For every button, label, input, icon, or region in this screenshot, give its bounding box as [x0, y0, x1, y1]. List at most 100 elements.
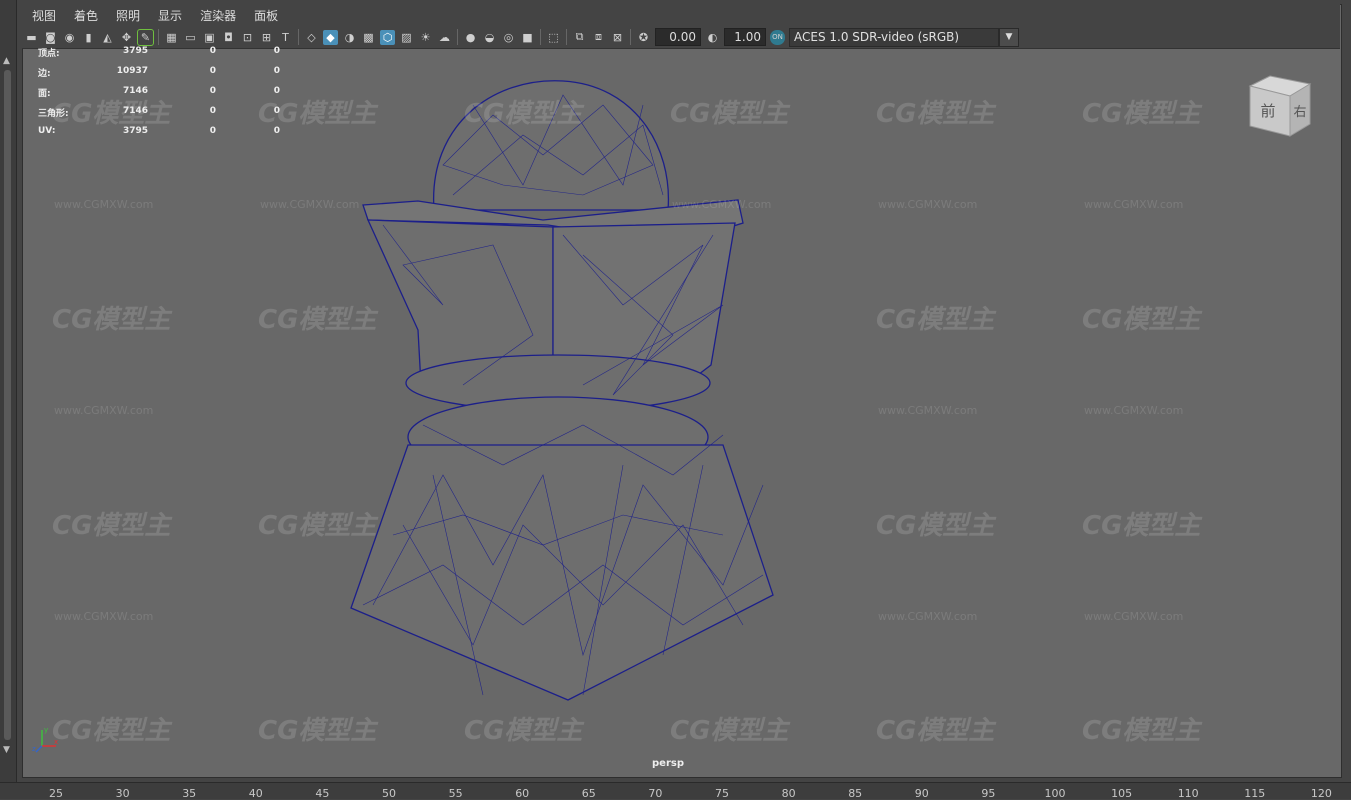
toolbar-divider [298, 29, 299, 45]
frame-all-icon[interactable]: ⊠ [610, 30, 625, 45]
hud-value: 7146 [122, 106, 148, 116]
gamma-field[interactable]: 1.00 [724, 28, 766, 46]
ruler-tick-label: 90 [914, 787, 929, 800]
field-chart-icon[interactable]: ⊡ [240, 30, 255, 45]
axis-gizmo-icon: y x z [32, 726, 58, 753]
ruler-tick-label: 30 [115, 787, 130, 800]
hud-value: 7146 [122, 86, 148, 96]
xray-icon[interactable]: ▨ [399, 30, 414, 45]
toolbar-divider [540, 29, 541, 45]
multisample-aa-icon[interactable]: ◎ [501, 30, 516, 45]
image-plane-icon[interactable]: ◭ [100, 30, 115, 45]
hud-label: 边: [38, 69, 51, 79]
select-camera-icon[interactable]: ▬ [24, 30, 39, 45]
ruler-tick-label: 65 [581, 787, 596, 800]
hud-value: 3795 [122, 46, 148, 56]
menu-shading[interactable]: 着色 [66, 7, 106, 24]
menu-renderer[interactable]: 渲染器 [192, 7, 244, 24]
smooth-shade-icon[interactable]: ◆ [323, 29, 338, 45]
isolate-select-icon[interactable]: ⬚ [546, 30, 561, 45]
xray-joints-icon[interactable]: ⧉ [572, 30, 587, 45]
ruler-tick-label: 85 [848, 787, 863, 800]
safe-action-icon[interactable]: ⊞ [259, 30, 274, 45]
ruler-tick-label: 105 [1111, 787, 1133, 800]
ruler-tick-label: 45 [315, 787, 330, 800]
grease-pencil-icon[interactable]: ✎ [137, 28, 154, 46]
ruler-ticks: 25 30 35 40 45 50 55 60 65 70 75 80 85 90 95 100 105 110 1… [0, 783, 1351, 800]
hud-value: 0 [209, 86, 216, 96]
gate-mask-icon[interactable]: ◘ [221, 30, 236, 45]
two-d-pan-zoom-icon[interactable]: ✥ [119, 30, 134, 45]
menu-show[interactable]: 显示 [150, 7, 190, 24]
scroll-down-arrow-icon[interactable]: ▼ [3, 745, 10, 755]
default-material-icon[interactable]: ◑ [342, 30, 357, 45]
hud-value: 0 [273, 46, 280, 56]
menu-lighting[interactable]: 照明 [108, 7, 148, 24]
hud-value: 10937 [116, 66, 148, 76]
bookmark-icon[interactable]: ▮ [81, 30, 96, 45]
hud-value: 0 [273, 126, 280, 136]
time-slider-ruler[interactable]: 25 30 35 40 45 50 55 60 65 70 75 80 85 90 95 100 105 110 1… [0, 782, 1351, 800]
toolbar-divider [457, 29, 458, 45]
resolution-gate-icon[interactable]: ▣ [202, 30, 217, 45]
hud-value: 0 [273, 106, 280, 116]
view-cube-front-label: 前 [1260, 102, 1275, 120]
menu-view[interactable]: 视图 [24, 7, 64, 24]
hud-value: 0 [273, 66, 280, 76]
vertical-scrollbar[interactable] [4, 70, 11, 740]
wireframe-icon[interactable]: ◇ [304, 30, 319, 45]
depth-of-field-icon[interactable]: ■ [520, 30, 535, 45]
shadows-icon[interactable]: ☁ [437, 30, 452, 45]
bookmarks-icon[interactable]: ◉ [62, 30, 77, 45]
axis-gizmo: y x z [32, 724, 62, 754]
gamma-icon[interactable]: ◐ [705, 30, 720, 45]
exposure-icon[interactable]: ✪ [636, 30, 651, 45]
toolbar-divider [566, 29, 567, 45]
ruler-tick-label: 50 [382, 787, 396, 800]
color-space-select[interactable]: ACES 1.0 SDR-video (sRGB) [789, 27, 999, 47]
ruler-tick-label: 55 [448, 787, 463, 800]
hud-value: 3795 [122, 126, 148, 136]
hud-label: 面: [38, 89, 51, 99]
wireframe-on-shaded-icon[interactable]: ⬡ [380, 29, 395, 45]
camera-name-label: persp [652, 758, 684, 769]
ruler-tick-label: 25 [49, 787, 63, 800]
ruler-tick-label: 100 [1044, 787, 1066, 800]
textured-icon[interactable]: ▩ [361, 30, 376, 45]
color-management-icon[interactable]: ON [770, 29, 785, 45]
svg-text:z: z [32, 745, 36, 753]
exposure-field[interactable]: 0.00 [655, 28, 701, 46]
hud-value: 0 [273, 86, 280, 96]
film-gate-icon[interactable]: ▭ [183, 30, 198, 45]
hud-row-triangles: 三角形: 7146 0 0 [36, 106, 296, 126]
ruler-tick-label: 35 [182, 787, 197, 800]
motion-blur-icon[interactable]: ◒ [482, 30, 497, 45]
scroll-up-arrow-icon[interactable]: ▲ [3, 56, 10, 66]
svg-text:y: y [44, 726, 48, 734]
view-cube-icon: 前 右 [1248, 75, 1312, 137]
chevron-down-icon[interactable]: ▼ [999, 27, 1019, 47]
hud-label: 顶点: [38, 49, 60, 59]
use-all-lights-icon[interactable]: ☀ [418, 30, 433, 45]
hud-value: 0 [209, 46, 216, 56]
ruler-tick-label: 75 [715, 787, 729, 800]
poly-count-hud: 顶点: 3795 0 0 边: 10937 0 0 面: 7146 0 0 三角… [36, 46, 296, 146]
svg-text:x: x [54, 738, 58, 746]
hud-row-uvs: UV: 3795 0 0 [36, 126, 296, 146]
grid-icon[interactable]: ▦ [164, 30, 179, 45]
hud-label: 三角形: [38, 109, 69, 119]
menu-panels[interactable]: 面板 [246, 7, 286, 24]
ruler-tick-label: 115 [1244, 787, 1266, 800]
ruler-tick-label: 120 [1310, 787, 1332, 800]
safe-title-icon[interactable]: T [278, 30, 293, 45]
hud-value: 0 [209, 106, 216, 116]
camera-attributes-icon[interactable]: ◙ [43, 30, 58, 45]
toolbar-divider [630, 29, 631, 45]
screen-space-ao-icon[interactable]: ● [463, 30, 478, 45]
hud-value: 0 [209, 66, 216, 76]
view-cube[interactable]: 前 右 [1246, 74, 1312, 140]
hud-row-vertices: 顶点: 3795 0 0 [36, 46, 296, 66]
ruler-tick-label: 70 [648, 787, 663, 800]
view-cube-right-label: 右 [1293, 105, 1306, 120]
xray-active-icon[interactable]: ⧈ [591, 30, 606, 45]
